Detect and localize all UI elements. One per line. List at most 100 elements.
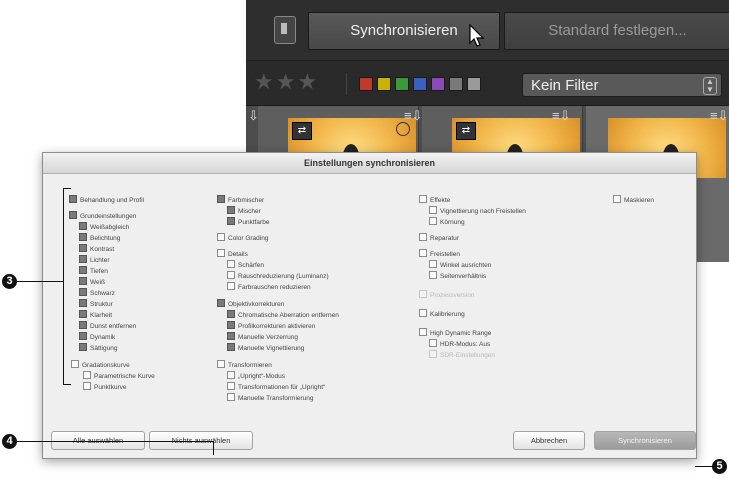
quick-collection-icon[interactable] [396, 122, 410, 136]
checkbox[interactable] [227, 393, 235, 402]
checkbox[interactable] [419, 249, 427, 258]
checkbox[interactable] [227, 260, 235, 269]
setting-row[interactable]: Punktfarbe [227, 217, 269, 228]
setting-row[interactable]: Transformationen für „Upright“ [227, 382, 325, 393]
checkbox[interactable] [419, 195, 427, 204]
setting-row[interactable]: Farbmischer [217, 195, 264, 206]
checkbox[interactable] [429, 339, 437, 348]
checkbox[interactable] [83, 371, 91, 380]
setting-row[interactable]: Grundeinstellungen [69, 211, 136, 222]
filter-select[interactable]: Kein Filter ▲ ▼ [522, 73, 722, 97]
setting-row[interactable]: SDR-Einstellungen [429, 350, 495, 361]
setting-row[interactable]: Profilkorrekturen aktivieren [227, 321, 315, 332]
checkbox[interactable] [69, 211, 77, 220]
setting-row[interactable]: Belichtung [79, 233, 120, 244]
setting-row[interactable]: Freistellen [419, 249, 460, 260]
checkbox[interactable] [79, 277, 87, 286]
checkbox[interactable] [227, 371, 235, 380]
checkbox[interactable] [217, 360, 225, 369]
setting-row[interactable]: Vignettierung nach Freistellen [429, 206, 526, 217]
setting-row[interactable]: Dunst entfernen [79, 321, 136, 332]
setting-row[interactable]: High Dynamic Range [419, 328, 491, 339]
checkbox[interactable] [79, 332, 87, 341]
setting-row[interactable]: Punktkurve [83, 382, 127, 393]
setting-row[interactable]: Seitenverhältnis [429, 271, 486, 282]
checkbox[interactable] [429, 206, 437, 215]
checkbox[interactable] [227, 382, 235, 391]
checkbox[interactable] [227, 282, 235, 291]
color-label-swatch[interactable] [449, 77, 463, 91]
checkbox[interactable] [217, 249, 225, 258]
checkbox[interactable] [419, 309, 427, 318]
color-label-swatch[interactable] [467, 77, 481, 91]
setting-row[interactable]: Weißabgleich [79, 222, 129, 233]
setting-row[interactable]: Schärfen [227, 260, 264, 271]
checkbox[interactable] [83, 382, 91, 391]
setting-row[interactable]: Transformieren [217, 360, 272, 371]
checkbox[interactable] [227, 321, 235, 330]
color-label-swatch[interactable] [413, 77, 427, 91]
setting-row[interactable]: Körnung [429, 217, 465, 228]
star-rating-filter[interactable]: ★★★ [254, 69, 319, 95]
checkbox[interactable] [217, 299, 225, 308]
setting-row[interactable]: Kontrast [79, 244, 114, 255]
setting-row[interactable]: Behandlung und Profil [69, 195, 144, 206]
setting-row[interactable]: Schwarz [79, 288, 115, 299]
checkbox[interactable] [227, 310, 235, 319]
setting-row[interactable]: Details [217, 249, 248, 260]
setting-row[interactable]: Manuelle Verzerrung [227, 332, 298, 343]
color-label-swatch[interactable] [377, 77, 391, 91]
checkbox[interactable] [79, 299, 87, 308]
setting-row[interactable]: Winkel ausrichten [429, 260, 491, 271]
checkbox[interactable] [429, 350, 437, 359]
checkbox[interactable] [79, 233, 87, 242]
setting-row[interactable]: Gradationskurve [71, 360, 130, 371]
color-label-swatch[interactable] [431, 77, 445, 91]
set-default-button[interactable]: Standard festlegen... [504, 12, 729, 50]
checkbox[interactable] [69, 195, 77, 204]
setting-row[interactable]: Mischer [227, 206, 261, 217]
checkbox[interactable] [79, 288, 87, 297]
checkbox[interactable] [79, 321, 87, 330]
color-label-swatch[interactable] [395, 77, 409, 91]
setting-row[interactable]: Dynamik [79, 332, 115, 343]
setting-row[interactable]: Parametrische Kurve [83, 371, 155, 382]
setting-row[interactable]: Tiefen [79, 266, 108, 277]
dialog-sync-button[interactable]: Synchronisieren [594, 431, 696, 450]
setting-row[interactable]: HDR-Modus: Aus [429, 339, 490, 350]
checkbox[interactable] [79, 244, 87, 253]
setting-row[interactable]: Struktur [79, 299, 113, 310]
checkbox[interactable] [227, 332, 235, 341]
checkbox[interactable] [79, 266, 87, 275]
checkbox[interactable] [227, 206, 235, 215]
setting-row[interactable]: Manuelle Vignettierung [227, 343, 304, 354]
cancel-button[interactable]: Abbrechen [513, 431, 585, 450]
checkbox[interactable] [429, 260, 437, 269]
setting-row[interactable]: Color Grading [217, 233, 268, 244]
panel-toggle-icon[interactable] [274, 16, 296, 44]
setting-row[interactable]: Manuelle Transformierung [227, 393, 314, 404]
checkbox[interactable] [613, 195, 621, 204]
checkbox[interactable] [79, 255, 87, 264]
setting-row[interactable]: Rauschreduzierung (Luminanz) [227, 271, 329, 282]
setting-row[interactable]: Weiß [79, 277, 105, 288]
setting-row[interactable]: Reparatur [419, 233, 459, 244]
checkbox[interactable] [429, 217, 437, 226]
setting-row[interactable]: „Upright“-Modus [227, 371, 285, 382]
checkbox[interactable] [217, 195, 225, 204]
setting-row[interactable]: Prozessversion [419, 290, 474, 301]
setting-row[interactable]: Maskieren [613, 195, 654, 206]
checkbox[interactable] [217, 233, 225, 242]
setting-row[interactable]: Lichter [79, 255, 110, 266]
setting-row[interactable]: Farbrauschen reduzieren [227, 282, 311, 293]
checkbox[interactable] [79, 222, 87, 231]
checkbox[interactable] [71, 360, 79, 369]
checkbox[interactable] [419, 290, 427, 299]
setting-row[interactable]: Klarheit [79, 310, 112, 321]
checkbox[interactable] [79, 343, 87, 352]
checkbox[interactable] [227, 271, 235, 280]
setting-row[interactable]: Kalibrierung [419, 309, 465, 320]
checkbox[interactable] [227, 343, 235, 352]
setting-row[interactable]: Objektivkorrekturen [217, 299, 284, 310]
color-label-swatch[interactable] [359, 77, 373, 91]
